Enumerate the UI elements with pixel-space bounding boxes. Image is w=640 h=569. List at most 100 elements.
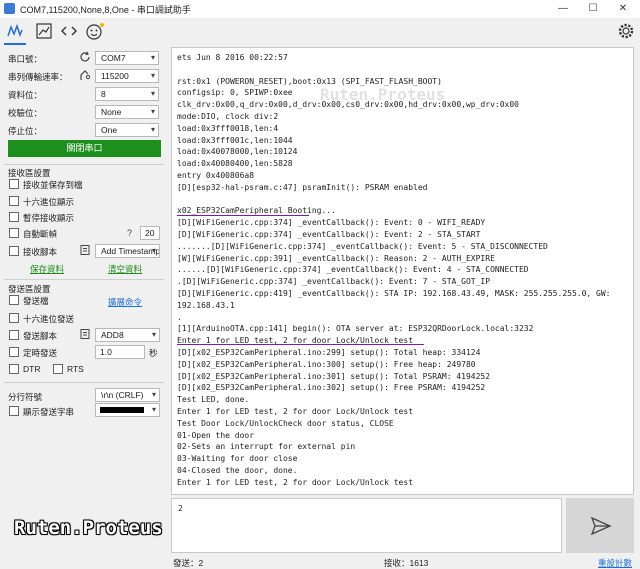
port-select[interactable]: COM7 ▾ xyxy=(95,51,159,65)
show-send-checkbox[interactable] xyxy=(9,406,19,416)
send-script-checkbox[interactable] xyxy=(9,330,19,340)
maximize-button[interactable]: ☐ xyxy=(578,0,608,18)
waveform-icon[interactable] xyxy=(4,21,26,45)
auto-newline-checkbox[interactable] xyxy=(9,228,19,238)
console-line: load:0x40078000,len:10124 xyxy=(177,147,298,157)
code-icon[interactable] xyxy=(58,21,80,43)
console-line: [W][WiFiGeneric.cpp:391] _eventCallback(… xyxy=(177,253,495,263)
rts-label: RTS xyxy=(67,364,84,374)
console-line: 04-Closed the door, done. xyxy=(177,466,298,475)
baud-select[interactable]: 115200 ▾ xyxy=(95,69,159,83)
reset-count-link[interactable]: 重設計數 xyxy=(598,557,632,569)
status-bar: 發送：2 接收：1613 重設計數 xyxy=(0,555,640,568)
refresh-icon[interactable] xyxy=(79,51,91,63)
parity-select[interactable]: None ▾ xyxy=(95,105,159,119)
send-script-select[interactable]: ADD8 ▾ xyxy=(95,328,160,342)
stop-bits-select[interactable]: One ▾ xyxy=(95,123,159,137)
highlight-underline xyxy=(177,215,309,216)
timed-interval-input[interactable]: 1.0 xyxy=(95,345,145,359)
line-end-select[interactable]: \r\n (CRLF) ▾ xyxy=(95,388,160,402)
console-line: entry 0x400806a8 xyxy=(177,171,255,180)
window-title: COM7,115200,None,8,One - 串口調試助手 xyxy=(20,5,191,15)
recv-script-checkbox[interactable] xyxy=(9,246,19,256)
emoji-icon[interactable] xyxy=(84,21,106,43)
send-color-select[interactable]: ▾ xyxy=(95,403,160,417)
hex-send-label: 十六進位發送 xyxy=(23,314,75,324)
hex-send-checkbox[interactable] xyxy=(9,313,19,323)
receive-section-title: 接收區設置 xyxy=(8,168,51,178)
send-button[interactable] xyxy=(566,498,634,553)
baud-label: 串列傳輸速率： xyxy=(8,72,68,82)
timed-send-label: 定時發送 xyxy=(23,348,58,358)
console-line: [D][x02_ESP32CamPeripheral.ino:300] setu… xyxy=(177,359,476,369)
console-line: configsip: 0, SPIWP:0xee xyxy=(177,88,293,98)
send-input[interactable]: 2 xyxy=(171,498,562,553)
console-line: 03-Waiting for door close xyxy=(177,454,298,464)
auto-newline-input[interactable]: 20 xyxy=(140,226,160,240)
show-send-label: 顯示發送字串 xyxy=(23,407,75,417)
script-icon[interactable] xyxy=(79,244,91,256)
console-line: load:0x3fff001c,len:1044 xyxy=(177,135,293,145)
send-script-label: 發送腳本 xyxy=(23,331,58,341)
dtr-checkbox[interactable] xyxy=(9,364,19,374)
console-line: [D][esp32-hal-psram.c:47] psramInit(): P… xyxy=(177,182,428,192)
send-file-label: 發送檔 xyxy=(23,296,49,306)
save-to-file-checkbox[interactable] xyxy=(9,179,19,189)
divider xyxy=(4,279,164,280)
console-line: .[D][WiFiGeneric.cpp:374] _eventCallback… xyxy=(177,277,491,287)
console-line: [D][x02_ESP32CamPeripheral.ino:301] setu… xyxy=(177,371,491,381)
console-line: Enter 1 for LED test, 2 for door Lock/Un… xyxy=(177,407,414,416)
gear-icon[interactable] xyxy=(616,21,638,43)
receive-console[interactable]: ets Jun 8 2016 00:22:57 rst:0x1 (POWERON_… xyxy=(171,47,634,495)
baud-icon xyxy=(79,69,91,81)
save-to-file-label: 接收並保存到檔 xyxy=(23,180,83,190)
color-swatch xyxy=(100,407,144,413)
close-port-button[interactable]: 關閉串口 xyxy=(8,140,161,157)
console-line: [D][x02_ESP32CamPeripheral.ino:302] setu… xyxy=(177,383,486,393)
watermark: Ruten.Proteus xyxy=(14,517,163,539)
console-line: [D][WiFiGeneric.cpp:374] _eventCallback(… xyxy=(177,218,486,228)
clear-data-link[interactable]: 清空資料 xyxy=(108,263,142,275)
console-line: ......[D][WiFiGeneric.cpp:374] _eventCal… xyxy=(177,265,529,275)
send-file-checkbox[interactable] xyxy=(9,295,19,305)
send-section-title: 發送區設置 xyxy=(8,284,51,294)
hex-display-label: 十六進位顯示 xyxy=(23,197,75,207)
console-line: Enter 1 for LED test, 2 for door Lock/Un… xyxy=(177,477,414,487)
title-bar: COM7,115200,None,8,One - 串口調試助手 — ☐ ✕ xyxy=(0,0,640,19)
console-line: [D][WiFiGeneric.cpp:374] _eventCallback(… xyxy=(177,230,481,239)
console-line: mode:DIO, clock div:2 xyxy=(177,112,279,121)
data-bits-label: 資料位： xyxy=(8,90,43,100)
console-line: [D][x02_ESP32CamPeripheral.ino:299] setu… xyxy=(177,348,481,357)
auto-newline-label: 自動斷幀 xyxy=(23,229,58,239)
hex-display-checkbox[interactable] xyxy=(9,196,19,206)
divider xyxy=(4,382,164,383)
line-end-label: 分行符號 xyxy=(8,392,43,402)
timed-send-checkbox[interactable] xyxy=(9,347,19,357)
question-icon[interactable]: ? xyxy=(127,228,132,238)
console-line: . xyxy=(177,312,182,322)
recv-script-select[interactable]: Add Timestamp ▾ xyxy=(95,244,160,258)
rts-checkbox[interactable] xyxy=(53,364,63,374)
chart-icon[interactable] xyxy=(33,21,55,43)
save-data-link[interactable]: 保存資料 xyxy=(30,263,64,275)
sent-count: 發送：2 xyxy=(173,558,204,568)
app-icon xyxy=(4,3,15,14)
send-icon xyxy=(590,516,612,536)
highlight-underline xyxy=(177,344,424,345)
pause-display-checkbox[interactable] xyxy=(9,212,19,222)
console-line: load:0x40080400,len:5828 xyxy=(177,159,293,169)
watermark-faint: Ruten.Proteus xyxy=(320,85,446,104)
received-count: 接收：1613 xyxy=(384,558,429,568)
recv-script-label: 接收腳本 xyxy=(23,247,58,257)
send-input-text: 2 xyxy=(178,504,183,513)
seconds-unit: 秒 xyxy=(149,348,158,358)
console-line: Test LED, done. xyxy=(177,395,250,405)
script-icon[interactable] xyxy=(79,328,91,340)
minimize-button[interactable]: — xyxy=(548,0,578,18)
console-line: load:0x3fff0018,len:4 xyxy=(177,123,279,133)
data-bits-select[interactable]: 8 ▾ xyxy=(95,87,159,101)
console-line: .......[D][WiFiGeneric.cpp:374] _eventCa… xyxy=(177,241,548,251)
console-line: 01-Open the door xyxy=(177,430,255,440)
close-button[interactable]: ✕ xyxy=(608,0,638,18)
extend-cmd-link[interactable]: 擴展命令 xyxy=(108,296,142,308)
